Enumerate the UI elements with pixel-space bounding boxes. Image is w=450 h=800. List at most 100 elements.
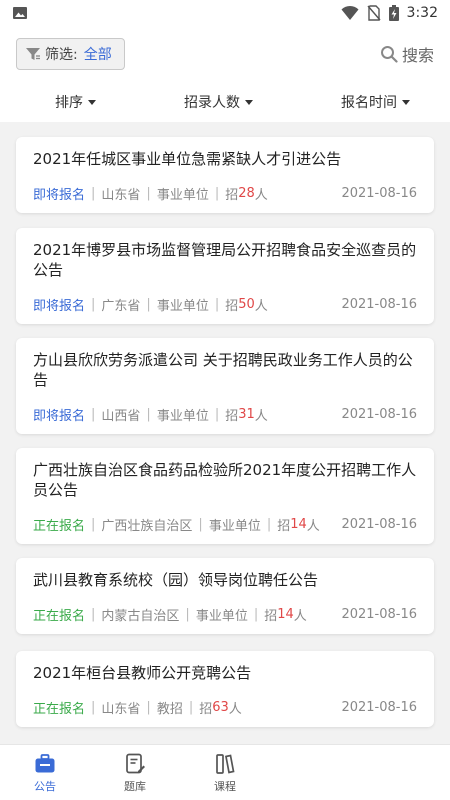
recruit-prefix: 招 [225,299,239,314]
announcement-title: 广西壮族自治区食品药品检验所2021年度公开招聘工作人员公告 [33,461,417,499]
separator: | [198,517,203,532]
header: 筛选: 全部 搜索 [0,26,450,84]
caret-down-icon [402,99,410,105]
sort-order-dropdown[interactable]: 排序 [55,92,96,112]
recruit-count-dropdown[interactable]: 招录人数 [184,92,253,112]
publish-date: 2021-08-16 [341,186,417,201]
recruit-prefix: 招 [225,188,239,203]
nav-label: 课程 [214,780,236,793]
recruit-prefix: 招 [199,702,213,717]
signup-status: 正在报名 [33,702,86,717]
separator: | [214,297,220,312]
signup-status: 即将报名 [33,299,86,314]
recruit-count-label: 招录人数 [184,95,240,111]
nav-label: 题库 [124,780,146,793]
separator: | [91,186,96,201]
category: 事业单位 [156,299,209,314]
search-button[interactable]: 搜索 [380,42,434,66]
separator: | [185,607,190,622]
region: 广东省 [101,299,141,314]
separator: | [214,407,220,422]
nav-label: 公告 [34,780,56,793]
region: 山西省 [101,409,141,424]
recruit-prefix: 招 [277,519,291,534]
separator: | [146,407,151,422]
bottom-nav: 公告 题库 课程 [0,744,450,800]
region: 内蒙古自治区 [101,609,180,624]
announcement-meta: 正在报名 | 广西壮族自治区 | 事业单位 | 招 14 人 2021-08-16 [33,515,417,534]
separator: | [146,700,151,715]
publish-date: 2021-08-16 [341,517,417,532]
no-sim-icon [367,5,381,21]
filter-value: 全部 [83,47,112,63]
status-bar: 3:32 [0,0,450,26]
nav-tab-courses[interactable]: 课程 [180,745,270,800]
recruit-count: 14 [277,607,294,622]
recruit-prefix: 招 [225,409,239,424]
announcement-title: 方山县欣欣劳务派遣公司 关于招聘民政业务工作人员的公告 [33,351,413,389]
announcement-card[interactable]: 2021年博罗县市场监督管理局公开招聘食品安全巡查员的公告 即将报名 | 广东省… [16,228,434,324]
region: 广西壮族自治区 [101,519,193,534]
announcement-title: 2021年任城区事业单位急需紧缺人才引进公告 [33,150,342,168]
recruit-suffix: 人 [254,299,268,314]
filter-label: 筛选: [45,47,78,63]
category: 事业单位 [156,188,209,203]
separator: | [91,517,96,532]
wifi-icon [341,5,359,21]
filter-icon [25,46,41,62]
separator: | [266,517,272,532]
separator: | [146,186,151,201]
region: 山东省 [101,188,141,203]
recruit-count: 50 [238,297,255,312]
announcement-meta: 即将报名 | 山东省 | 事业单位 | 招 28 人 2021-08-16 [33,184,417,203]
announcement-title: 武川县教育系统校（园）领导岗位聘任公告 [33,571,319,589]
recruit-suffix: 人 [293,609,307,624]
recruit-prefix: 招 [264,609,278,624]
recruit-count: 28 [238,186,255,201]
sort-order-label: 排序 [55,95,83,111]
status-time: 3:32 [406,5,438,21]
category: 事业单位 [195,609,248,624]
caret-down-icon [245,99,253,105]
recruit-count: 14 [290,517,307,532]
separator: | [253,607,259,622]
battery-charging-icon [388,5,399,21]
announcement-card[interactable]: 2021年任城区事业单位急需紧缺人才引进公告 即将报名 | 山东省 | 事业单位… [16,137,434,213]
publish-date: 2021-08-16 [341,407,417,422]
announcement-meta: 即将报名 | 山西省 | 事业单位 | 招 31 人 2021-08-16 [33,405,417,424]
separator: | [146,297,151,312]
search-label: 搜索 [401,46,434,65]
announcement-meta: 正在报名 | 内蒙古自治区 | 事业单位 | 招 14 人 2021-08-16 [33,605,417,624]
publish-date: 2021-08-16 [341,297,417,312]
signup-status: 正在报名 [33,609,86,624]
announcement-card[interactable]: 方山县欣欣劳务派遣公司 关于招聘民政业务工作人员的公告 即将报名 | 山西省 |… [16,338,434,434]
nav-tab-question-bank[interactable]: 题库 [90,745,180,800]
caret-down-icon [88,99,96,105]
category: 教招 [156,702,183,717]
category: 事业单位 [156,409,209,424]
announcement-card[interactable]: 2021年桓台县教师公开竞聘公告 正在报名 | 山东省 | 教招 | 招 63 人 … [16,651,434,727]
search-icon [380,45,398,63]
nav-tab-announcements[interactable]: 公告 [0,745,90,800]
separator: | [91,297,96,312]
region: 山东省 [101,702,141,717]
recruit-suffix: 人 [254,188,268,203]
filter-button[interactable]: 筛选: 全部 [16,38,125,70]
document-edit-icon [123,752,147,776]
signup-status: 即将报名 [33,188,86,203]
announcement-card[interactable]: 武川县教育系统校（园）领导岗位聘任公告 正在报名 | 内蒙古自治区 | 事业单位… [16,558,434,634]
announcement-meta: 正在报名 | 山东省 | 教招 | 招 63 人 2021-08-16 [33,698,417,717]
publish-date: 2021-08-16 [341,607,417,622]
announcement-title: 2021年博罗县市场监督管理局公开招聘食品安全巡查员的公告 [33,241,417,279]
category: 事业单位 [208,519,261,534]
recruit-count: 31 [238,407,255,422]
announcement-meta: 即将报名 | 广东省 | 事业单位 | 招 50 人 2021-08-16 [33,295,417,314]
signup-time-dropdown[interactable]: 报名时间 [341,92,410,112]
announcement-card[interactable]: 广西壮族自治区食品药品检验所2021年度公开招聘工作人员公告 正在报名 | 广西… [16,448,434,544]
separator: | [188,700,194,715]
separator: | [91,407,96,422]
separator: | [91,607,96,622]
announcement-list: 2021年任城区事业单位急需紧缺人才引进公告 即将报名 | 山东省 | 事业单位… [0,122,450,744]
recruit-suffix: 人 [254,409,268,424]
recruit-suffix: 人 [306,519,320,534]
